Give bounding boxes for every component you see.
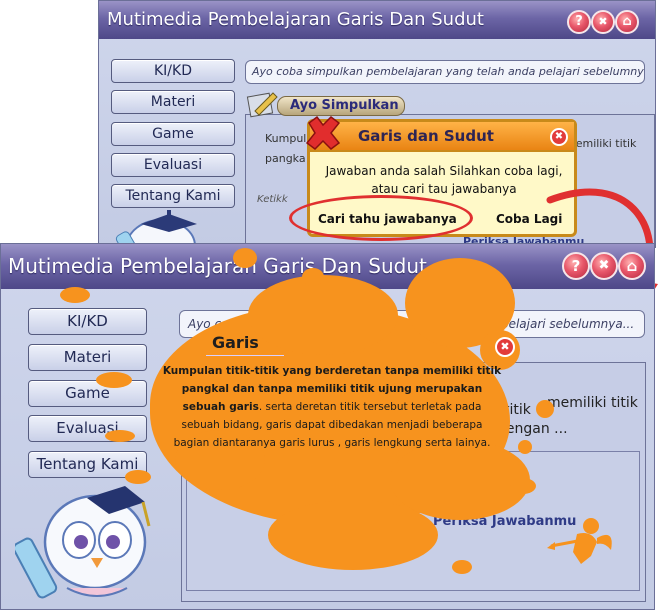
front-content-text-right-2: memiliki titik (547, 395, 638, 411)
splash-title-underline (206, 355, 284, 356)
back-sidebar-evaluasi[interactable]: Evaluasi (111, 153, 235, 177)
owl-mascot-icon (115, 210, 197, 247)
splash-popup-body: Kumpulan titik-titik yang berderetan tan… (162, 362, 502, 452)
back-sidebar-game[interactable]: Game (111, 122, 235, 146)
back-sidebar-materi[interactable]: Materi (111, 90, 235, 114)
error-dialog-message: Jawaban anda salah Silahkan coba lagi, a… (325, 164, 563, 196)
back-home-button[interactable]: ⌂ (615, 10, 639, 34)
error-x-icon (305, 115, 341, 150)
front-close-button[interactable]: ✖ (590, 252, 618, 280)
front-help-button[interactable]: ? (562, 252, 590, 280)
back-close-button[interactable]: ✖ (591, 10, 615, 34)
front-window-title: Mutimedia Pembelajaran Garis Dan Sudut (8, 254, 427, 278)
error-dialog-close-button[interactable]: ✖ (550, 128, 568, 146)
highlight-ring (289, 195, 473, 241)
error-dialog-title: Garis dan Sudut (358, 127, 494, 145)
front-sidebar-ki-kd[interactable]: KI/KD (28, 308, 147, 335)
back-sidebar-ki-kd[interactable]: KI/KD (111, 59, 235, 83)
back-window-title: Mutimedia Pembelajaran Garis Dan Sudut (107, 9, 484, 30)
cupid-silhouette (547, 518, 612, 564)
pencil-icon (246, 92, 278, 118)
back-content-hint: Ketikk (257, 194, 288, 205)
back-info-bar: Ayo coba simpulkan pembelajaran yang tel… (245, 60, 645, 84)
back-content-text-left: Kumpul (265, 132, 307, 145)
back-help-button[interactable]: ? (567, 10, 591, 34)
back-sidebar-tentang-kami[interactable]: Tentang Kami (111, 184, 235, 208)
front-sidebar-materi[interactable]: Materi (28, 344, 147, 371)
owl-mascot-icon (15, 486, 151, 599)
front-home-button[interactable]: ⌂ (618, 252, 646, 280)
splash-close-button[interactable]: ✖ (495, 337, 515, 357)
back-content-text-left-2: pangka (265, 152, 306, 165)
splash-popup-title: Garis (212, 333, 259, 352)
